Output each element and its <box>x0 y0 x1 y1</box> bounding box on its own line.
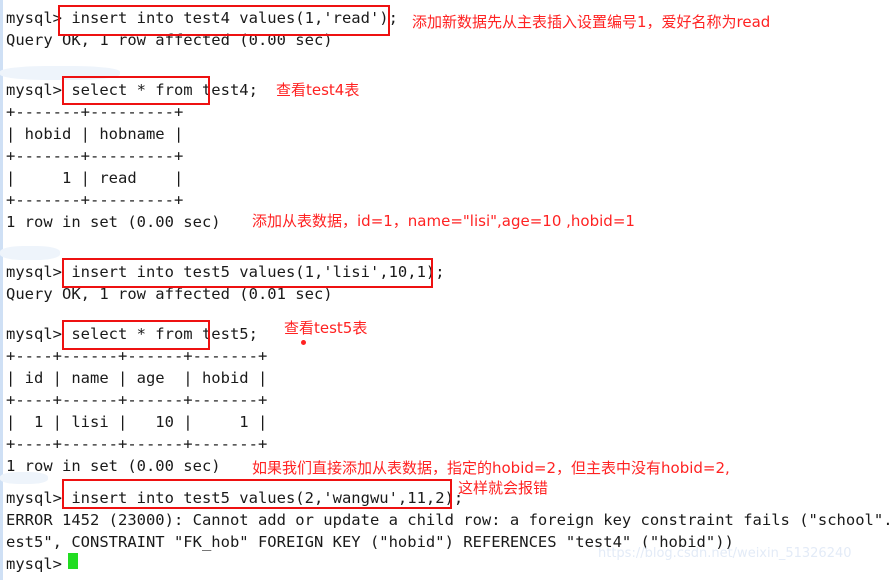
terminal-line: mysql> insert into test4 values(1,'read'… <box>6 9 398 27</box>
note-view-test5: 查看test5表 <box>284 319 368 337</box>
terminal-cursor <box>68 553 78 569</box>
capture-smudge-1 <box>0 66 120 80</box>
note-fk-error-line1: 如果我们直接添加从表数据，指定的hobid=2，但主表中没有hobid=2, <box>252 459 730 477</box>
mysql-terminal[interactable]: mysql> insert into test4 values(1,'read'… <box>0 0 890 580</box>
terminal-line: +-------+---------+ <box>6 191 184 209</box>
terminal-line: Query OK, 1 row affected (0.01 sec) <box>6 285 333 303</box>
note-view-test5-dot <box>301 340 306 345</box>
terminal-line: +-------+---------+ <box>6 103 184 121</box>
terminal-line: +----+------+------+-------+ <box>6 391 268 409</box>
terminal-line: | id | name | age | hobid | <box>6 369 268 387</box>
terminal-line: mysql> select * from test5; <box>6 325 258 343</box>
terminal-line: +-------+---------+ <box>6 147 184 165</box>
terminal-line: ERROR 1452 (23000): Cannot add or update… <box>6 511 890 529</box>
terminal-line: mysql> insert into test5 values(1,'lisi'… <box>6 263 445 281</box>
terminal-line: Query OK, 1 row affected (0.00 sec) <box>6 31 333 49</box>
terminal-line: +----+------+------+-------+ <box>6 347 268 365</box>
terminal-prompt-last: mysql> <box>6 555 62 573</box>
note-add-master-row: 添加新数据先从主表插入设置编号1，爱好名称为read <box>412 13 771 31</box>
terminal-line: +----+------+------+-------+ <box>6 435 268 453</box>
note-view-test4: 查看test4表 <box>276 81 360 99</box>
terminal-line: mysql> select * from test4; <box>6 81 258 99</box>
capture-smudge-2 <box>0 246 60 260</box>
terminal-line: mysql> insert into test5 values(2,'wangw… <box>6 489 464 507</box>
terminal-line: 1 row in set (0.00 sec) <box>6 457 221 475</box>
terminal-line: | 1 | read | <box>6 169 184 187</box>
terminal-line: 1 row in set (0.00 sec) <box>6 213 221 231</box>
terminal-line: | 1 | lisi | 10 | 1 | <box>6 413 268 431</box>
terminal-line: | hobid | hobname | <box>6 125 184 143</box>
note-add-child-row: 添加从表数据，id=1，name="lisi",age=10 ,hobid=1 <box>252 212 635 230</box>
csdn-watermark: https://blog.csdn.net/weixin_51326240 <box>598 546 852 561</box>
note-fk-error-line2: 这样就会报错 <box>458 479 549 497</box>
